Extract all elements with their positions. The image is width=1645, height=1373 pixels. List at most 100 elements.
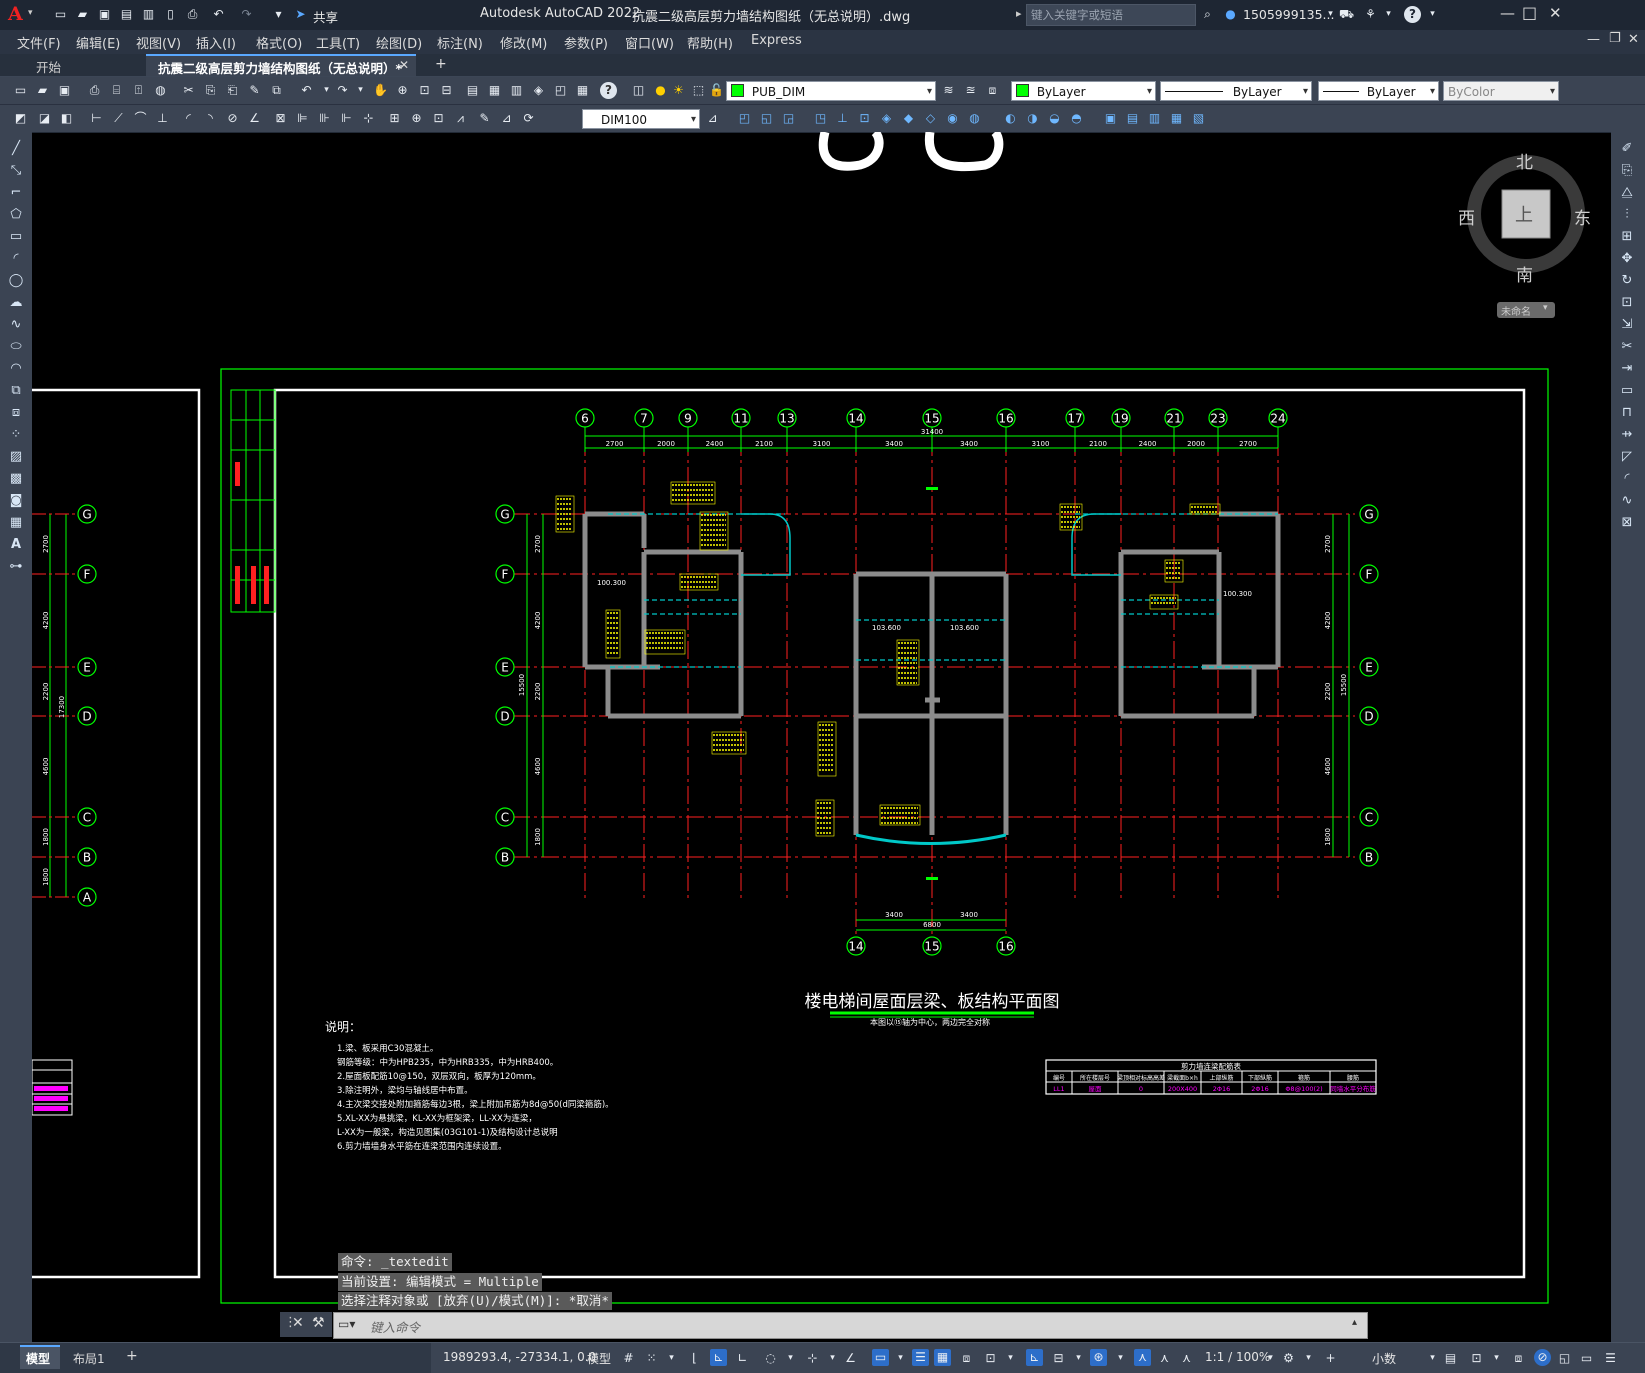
ucs-view-icon[interactable]: ◇ xyxy=(922,110,939,127)
menu-help[interactable]: 帮助(H) xyxy=(687,33,733,52)
undo-icon[interactable]: ↶ xyxy=(298,82,315,99)
isodraft-icon[interactable]: ◌ xyxy=(762,1350,779,1367)
render-icon[interactable]: ◑ xyxy=(1024,110,1041,127)
export-icon[interactable]: ▥ xyxy=(140,6,157,23)
close-button[interactable]: ✕ xyxy=(1549,4,1562,22)
new-layout-button[interactable]: + xyxy=(126,1348,138,1364)
help-icon[interactable]: ? xyxy=(1404,6,1421,23)
dynamic-ucs-icon[interactable]: ⊡ xyxy=(982,1350,999,1367)
quick-dim-icon[interactable]: ⊠ xyxy=(272,110,289,127)
color-dropdown[interactable]: ByLayer ▾ xyxy=(1011,81,1156,101)
object-track-icon[interactable]: ⊹ xyxy=(804,1350,821,1367)
tolerance-icon[interactable]: ⊞ xyxy=(386,110,403,127)
layer-dropdown[interactable]: PUB_DIM ▾ xyxy=(726,81,936,101)
autocad-logo-icon[interactable]: A xyxy=(8,3,23,25)
cut-icon[interactable]: ✂ xyxy=(180,82,197,99)
tab-close-icon[interactable]: ✕ xyxy=(399,58,409,72)
autodesk-a360-icon[interactable]: ⚘ xyxy=(1362,6,1379,23)
doc-close-button[interactable]: ✕ xyxy=(1628,32,1639,47)
command-input[interactable]: ▭▾ 键入命令 ▴ xyxy=(333,1312,1368,1339)
lineweight-dropdown[interactable]: ByLayer ▾ xyxy=(1318,81,1439,101)
doc-restore-button[interactable]: ❐ xyxy=(1609,31,1621,46)
redo-icon[interactable]: ↷ xyxy=(334,82,351,99)
box-icon[interactable]: ▣ xyxy=(1102,110,1119,127)
dimstyle-manager-icon[interactable]: ⊿ xyxy=(704,110,721,127)
chamfer-icon[interactable]: ◸ xyxy=(1617,448,1637,466)
polar-icon[interactable]: ∟ xyxy=(734,1350,751,1367)
user-chevron-icon[interactable]: ▾ xyxy=(1322,6,1339,23)
visual-style-icon[interactable]: ◒ xyxy=(1046,110,1063,127)
print-icon[interactable]: ⎙ xyxy=(184,6,201,23)
layer-on-icon[interactable]: ● xyxy=(652,82,669,99)
dim-update-icon[interactable]: ⟳ xyxy=(520,110,537,127)
menu-tools[interactable]: 工具(T) xyxy=(316,33,360,52)
units-chevron-icon[interactable]: ▾ xyxy=(1424,1350,1441,1367)
layer-viewport-icon[interactable]: ⬚ xyxy=(690,82,707,99)
viewcube-west[interactable]: 西 xyxy=(1458,204,1475,229)
3d-osnap-icon[interactable]: ⧈ xyxy=(958,1350,975,1367)
snap-chevron-icon[interactable]: ▾ xyxy=(663,1350,680,1367)
make-block-icon[interactable]: ⧈ xyxy=(6,404,26,422)
calculator-icon[interactable]: ▦ xyxy=(574,82,591,99)
scale-chevron-icon[interactable]: ▾ xyxy=(1262,1350,1279,1367)
arc-length-icon[interactable]: ⌒ xyxy=(132,110,149,127)
viewcube-top[interactable]: 上 xyxy=(1515,201,1533,227)
annotation-monitor-icon[interactable]: ⊟ xyxy=(1050,1350,1067,1367)
gizmo-icon[interactable]: ⊾ xyxy=(1026,1349,1043,1366)
command-history-up-icon[interactable]: ▴ xyxy=(1352,1317,1357,1328)
new-tab-button[interactable]: + xyxy=(435,56,447,72)
annoscale-glyph-icon[interactable]: ⋏ xyxy=(1178,1350,1195,1367)
save-icon[interactable]: ▣ xyxy=(96,6,113,23)
revolve-icon[interactable]: ▥ xyxy=(1146,110,1163,127)
layer-states-icon[interactable]: ⧈ xyxy=(984,82,1001,99)
ucs-icon[interactable]: ⊥ xyxy=(834,110,851,127)
ordinate-icon[interactable]: ⊥ xyxy=(154,110,171,127)
markup-icon[interactable]: ◰ xyxy=(552,82,569,99)
space-icon[interactable]: ⊩ xyxy=(338,110,355,127)
linetype-dropdown[interactable]: ByLayer ▾ xyxy=(1160,81,1312,101)
sheet-icon[interactable]: ▯ xyxy=(162,6,179,23)
pan-icon[interactable]: ✋ xyxy=(372,82,389,99)
ucs-origin-icon[interactable]: ◉ xyxy=(944,110,961,127)
menu-parametric[interactable]: 参数(P) xyxy=(564,33,608,52)
spline-icon[interactable]: ∿ xyxy=(6,316,26,334)
share-icon[interactable]: ➤ xyxy=(292,6,309,23)
menu-express[interactable]: Express xyxy=(751,33,802,48)
menu-modify[interactable]: 修改(M) xyxy=(500,33,547,52)
auto-scale-icon[interactable]: ⋏ xyxy=(1134,1349,1151,1366)
a360-chevron-icon[interactable]: ▾ xyxy=(1380,6,1397,23)
draworder-above-icon[interactable]: ◲ xyxy=(780,110,797,127)
ellipse-icon[interactable]: ⬭ xyxy=(6,338,26,356)
circle-icon[interactable]: ◯ xyxy=(6,272,26,290)
user-icon[interactable]: ● xyxy=(1222,6,1239,23)
point-icon[interactable]: ⁘ xyxy=(6,426,26,444)
tool-icon-3[interactable]: ◧ xyxy=(58,110,75,127)
construction-line-icon[interactable]: ⤡ xyxy=(6,162,26,180)
menu-edit[interactable]: 编辑(E) xyxy=(76,33,120,52)
open-icon[interactable]: ▰ xyxy=(34,82,51,99)
share-button[interactable]: 共享 xyxy=(313,7,338,26)
lw-chevron-icon[interactable]: ▾ xyxy=(892,1350,909,1367)
viewcube-south[interactable]: 南 xyxy=(1516,261,1533,286)
sheet-set-icon[interactable]: ◈ xyxy=(530,82,547,99)
search-expand-icon[interactable]: ▸ xyxy=(1016,7,1022,20)
revcloud-icon[interactable]: ☁ xyxy=(6,294,26,312)
help-icon[interactable]: ? xyxy=(600,82,617,99)
menu-view[interactable]: 视图(V) xyxy=(136,33,181,52)
otrack-chevron-icon[interactable]: ▾ xyxy=(824,1350,841,1367)
ortho-icon[interactable]: ⊾ xyxy=(710,1349,727,1366)
plot-icon[interactable]: ⎙ xyxy=(86,82,103,99)
ucs-object-icon[interactable]: ◈ xyxy=(878,110,895,127)
web-icon[interactable]: ◍ xyxy=(152,82,169,99)
publish-icon[interactable]: ⍐ xyxy=(130,82,147,99)
isolate-icon[interactable]: ⧈ xyxy=(1510,1350,1527,1367)
infer-constraints-icon[interactable]: ⌊ xyxy=(686,1350,703,1367)
baseline-icon[interactable]: ⊫ xyxy=(294,110,311,127)
annotation-visibility-icon[interactable]: ⊛ xyxy=(1090,1349,1107,1366)
radius-icon[interactable]: ◜ xyxy=(180,110,197,127)
ucs-zaxis-icon[interactable]: ◍ xyxy=(966,110,983,127)
wireframe-icon[interactable]: ◓ xyxy=(1068,110,1085,127)
selection-cycling-icon[interactable]: ▦ xyxy=(934,1349,951,1366)
tool-palettes-icon[interactable]: ▥ xyxy=(508,82,525,99)
scale-icon[interactable]: ⊡ xyxy=(1617,294,1637,312)
